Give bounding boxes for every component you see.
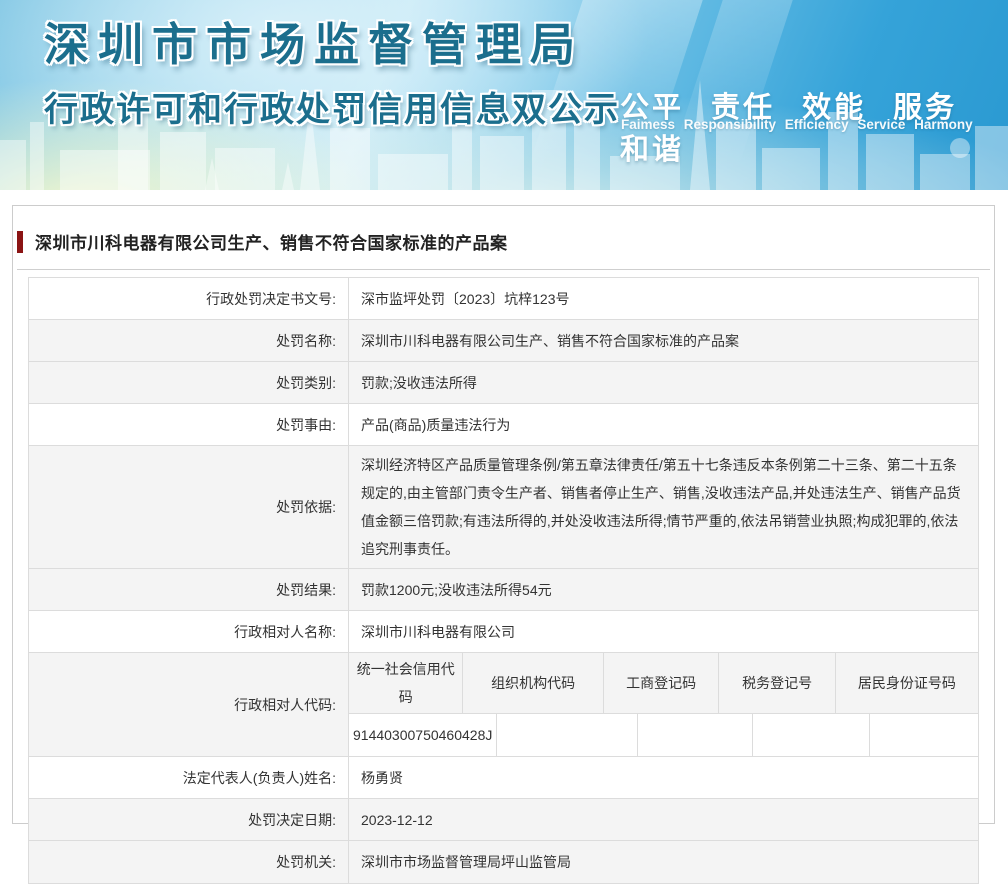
row-label: 处罚名称: [29,320,349,361]
id-number-value [870,714,978,756]
col-header-unified-credit-code: 统一社会信用代码 [349,653,463,713]
row-value: 深圳市市场监督管理局坪山监管局 [349,841,978,883]
row-value: 杨勇贤 [349,757,978,798]
code-subtable-value-row: 91440300750460428J [349,714,978,756]
case-title-block: 深圳市川科电器有限公司生产、销售不符合国家标准的产品案 [17,229,978,254]
table-row-penalty-authority: 处罚机关: 深圳市市场监督管理局坪山监管局 [29,841,978,883]
table-row-penalty-result: 处罚结果: 罚款1200元;没收违法所得54元 [29,569,978,611]
col-header-tax-reg-code: 税务登记号 [719,653,835,713]
banner-subtitle: 行政许可和行政处罚信用信息双公示 [44,82,620,131]
table-row-penalty-name: 处罚名称: 深圳市川科电器有限公司生产、销售不符合国家标准的产品案 [29,320,978,362]
col-header-org-code: 组织机构代码 [463,653,603,713]
row-label: 行政相对人代码: [29,653,349,756]
title-accent-bar [17,231,23,253]
code-subtable-header-row: 统一社会信用代码 组织机构代码 工商登记码 税务登记号 居民身份证号码 [349,653,978,714]
business-reg-code-value [638,714,754,756]
row-label: 处罚依据: [29,446,349,568]
row-value: 统一社会信用代码 组织机构代码 工商登记码 税务登记号 居民身份证号码 9144… [349,653,978,756]
row-value: 深圳经济特区产品质量管理条例/第五章法律责任/第五十七条违反本条例第二十三条、第… [349,446,978,568]
table-row-decision-date: 处罚决定日期: 2023-12-12 [29,799,978,841]
case-title: 深圳市川科电器有限公司生产、销售不符合国家标准的产品案 [35,229,508,254]
row-label: 处罚类别: [29,362,349,403]
table-row-penalty-category: 处罚类别: 罚款;没收违法所得 [29,362,978,404]
row-value: 产品(商品)质量违法行为 [349,404,978,445]
row-label: 处罚事由: [29,404,349,445]
col-header-business-reg-code: 工商登记码 [604,653,720,713]
row-label: 处罚决定日期: [29,799,349,840]
row-label: 行政处罚决定书文号: [29,278,349,319]
row-label: 法定代表人(负责人)姓名: [29,757,349,798]
table-row-penalty-reason: 处罚事由: 产品(商品)质量违法行为 [29,404,978,446]
row-value: 罚款;没收违法所得 [349,362,978,403]
table-row-legal-representative: 法定代表人(负责人)姓名: 杨勇贤 [29,757,978,799]
table-row-penalty-basis: 处罚依据: 深圳经济特区产品质量管理条例/第五章法律责任/第五十七条违反本条例第… [29,446,978,569]
table-row-counterpart-name: 行政相对人名称: 深圳市川科电器有限公司 [29,611,978,653]
row-value: 2023-12-12 [349,799,978,840]
table-row-counterpart-codes: 行政相对人代码: 统一社会信用代码 组织机构代码 工商登记码 税务登记号 居民身… [29,653,978,757]
penalty-info-table: 行政处罚决定书文号: 深市监坪处罚〔2023〕坑梓123号 处罚名称: 深圳市川… [28,277,979,884]
code-subtable: 统一社会信用代码 组织机构代码 工商登记码 税务登记号 居民身份证号码 9144… [349,653,978,756]
table-row-decision-number: 行政处罚决定书文号: 深市监坪处罚〔2023〕坑梓123号 [29,278,978,320]
row-value: 深圳市川科电器有限公司 [349,611,978,652]
row-value: 深圳市川科电器有限公司生产、销售不符合国家标准的产品案 [349,320,978,361]
title-divider [17,269,990,270]
agency-title: 深圳市市场监督管理局 [44,8,584,73]
site-banner: 深圳市市场监督管理局 行政许可和行政处罚信用信息双公示 公平 责任 效能 服务 … [0,0,1008,190]
row-label: 行政相对人名称: [29,611,349,652]
row-label: 处罚结果: [29,569,349,610]
row-value: 罚款1200元;没收违法所得54元 [349,569,978,610]
row-value: 深市监坪处罚〔2023〕坑梓123号 [349,278,978,319]
tax-reg-code-value [753,714,869,756]
row-label: 处罚机关: [29,841,349,883]
motto-english: Faimess Responsibility Efficiency Servic… [621,117,973,132]
content-card: 深圳市川科电器有限公司生产、销售不符合国家标准的产品案 行政处罚决定书文号: 深… [12,205,995,824]
unified-credit-code-value: 91440300750460428J [349,714,497,756]
col-header-id-number: 居民身份证号码 [836,653,978,713]
org-code-value [497,714,637,756]
